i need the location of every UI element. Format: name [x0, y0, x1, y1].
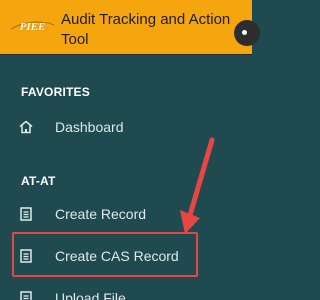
- piee-logo[interactable]: PIEE: [9, 20, 56, 34]
- document-icon: [18, 206, 38, 222]
- toggle-dot-icon: [242, 30, 247, 35]
- sidebar-item-label: Create Record: [55, 206, 147, 222]
- home-icon: [18, 119, 38, 135]
- annotation-arrow-icon: [180, 137, 215, 234]
- document-icon: [18, 290, 38, 300]
- section-title-favorites: FAVORITES: [21, 85, 90, 99]
- sidebar-item-upload-file[interactable]: Upload File: [18, 285, 218, 300]
- section-title-at-at: AT-AT: [21, 174, 56, 188]
- sidebar-item-label: Upload File: [55, 290, 126, 300]
- app-header: PIEE Audit Tracking and Action Tool: [0, 0, 260, 55]
- logo-text: PIEE: [19, 21, 46, 33]
- app-title: Audit Tracking and Action Tool: [61, 11, 231, 48]
- sidebar-item-label: Dashboard: [55, 119, 124, 135]
- menu-toggle-button[interactable]: [234, 20, 260, 46]
